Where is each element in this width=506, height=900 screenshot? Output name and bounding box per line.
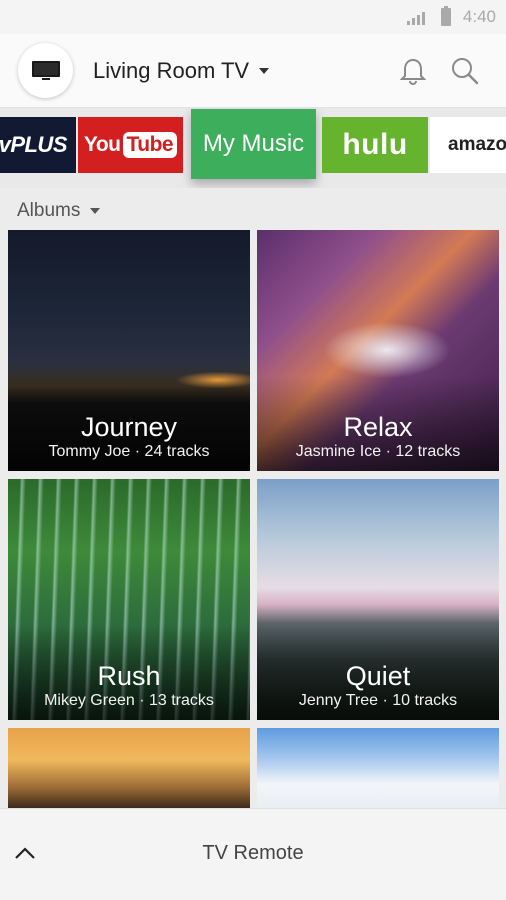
caret-down-icon — [259, 67, 270, 74]
device-selector[interactable]: Living Room TV — [93, 57, 270, 84]
album-title: Quiet — [345, 661, 411, 691]
album-card-quiet[interactable]: Quiet Jenny Tree · 10 tracks — [257, 479, 499, 720]
signal-icon — [406, 12, 425, 25]
header: Living Room TV — [0, 34, 506, 108]
tv-remote-label[interactable]: TV Remote — [0, 842, 506, 865]
app-label-my-music: My Music — [202, 130, 305, 157]
app-label-vplus: vPLUS — [0, 132, 68, 157]
app-label-youtube-tube: Tube — [122, 132, 178, 158]
app-label-hulu: hulu — [342, 128, 408, 161]
albums-section: Albums Journey Tommy Joe · 24 tracks Rel… — [0, 188, 506, 808]
bell-icon[interactable] — [398, 56, 428, 86]
album-card-partial-city[interactable] — [8, 728, 250, 808]
app-label-youtube-you: You — [83, 133, 121, 156]
album-card-rush[interactable]: Rush Mikey Green · 13 tracks — [8, 479, 250, 720]
album-title: Relax — [343, 412, 413, 442]
album-meta: Jenny Tree · 10 tracks — [298, 692, 458, 709]
app-tile-vplus[interactable]: vPLUS — [0, 117, 76, 173]
app-tile-my-music[interactable]: My Music — [191, 109, 316, 179]
tv-icon[interactable] — [18, 43, 73, 98]
album-card-partial-sky[interactable] — [257, 728, 499, 808]
albums-filter-dropdown[interactable]: Albums — [17, 200, 101, 222]
search-icon[interactable] — [450, 56, 480, 86]
app-tile-hulu[interactable]: hulu — [322, 117, 428, 173]
caret-down-icon — [90, 208, 101, 214]
status-bar: 4:40 — [0, 0, 506, 34]
apps-carousel[interactable]: vPLUS You Tube My Music hulu amazo — [0, 108, 506, 188]
album-card-journey[interactable]: Journey Tommy Joe · 24 tracks — [8, 230, 250, 471]
app-tile-amazon[interactable]: amazo — [430, 117, 506, 173]
app-label-amazon: amazo — [448, 134, 506, 155]
album-title: Journey — [80, 412, 178, 442]
album-card-relax[interactable]: Relax Jasmine Ice · 12 tracks — [257, 230, 499, 471]
status-time: 4:40 — [462, 7, 496, 26]
device-name: Living Room TV — [93, 57, 250, 83]
album-title: Rush — [97, 661, 161, 691]
album-meta: Jasmine Ice · 12 tracks — [295, 443, 461, 460]
album-meta: Tommy Joe · 24 tracks — [48, 443, 210, 460]
album-meta: Mikey Green · 13 tracks — [44, 692, 214, 709]
app-tile-youtube[interactable]: You Tube — [78, 117, 183, 173]
battery-icon — [440, 6, 451, 26]
albums-filter-label: Albums — [17, 200, 81, 221]
bottom-bar: TV Remote — [0, 808, 506, 900]
